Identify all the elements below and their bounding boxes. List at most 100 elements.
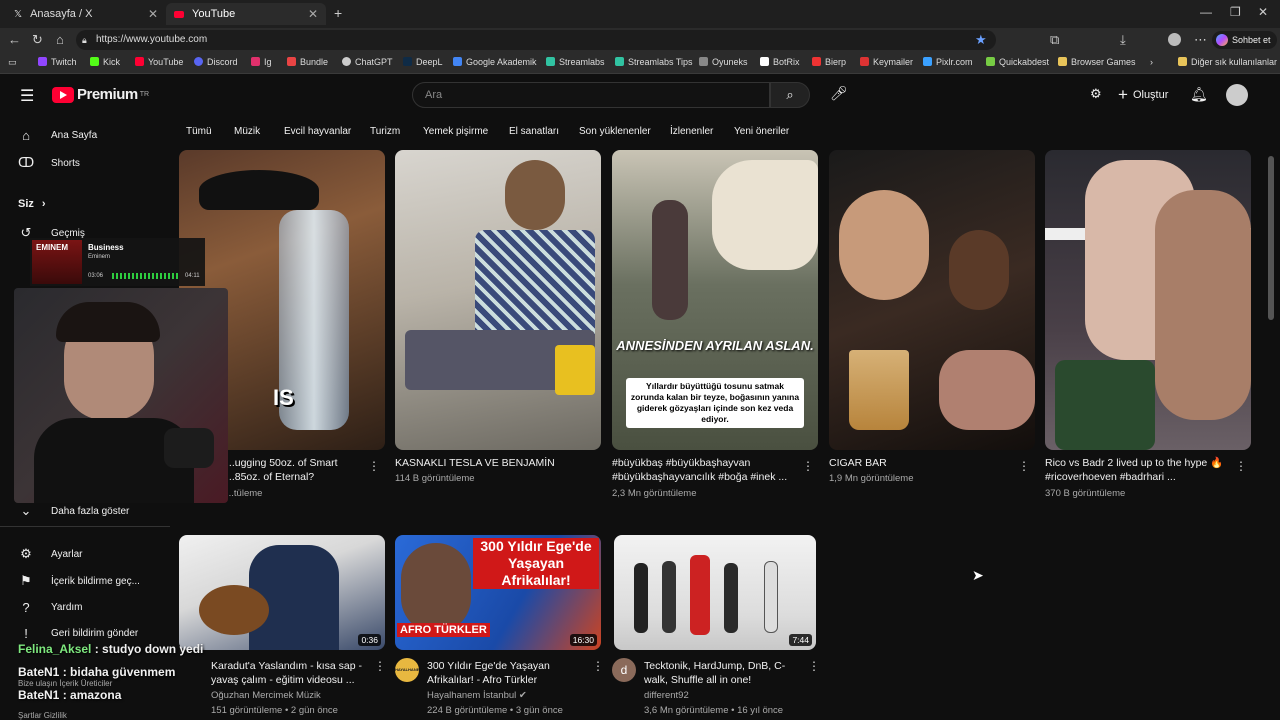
thumbnail-headline: 300 Yıldır Ege'de Yaşayan Afrikalılar! [473, 538, 599, 589]
extensions-icon[interactable]: ⧉ [1050, 32, 1059, 48]
channel-avatar[interactable]: d [612, 658, 636, 682]
star-icon[interactable]: ★ [975, 32, 987, 48]
video-thumbnail[interactable]: 300 Yıldır Ege'de Yaşayan Afrikalılar! A… [395, 535, 601, 650]
video-title[interactable]: Karadut'a Yaslandım - kısa sap - yavaş ça… [211, 659, 371, 687]
video-thumbnail[interactable] [395, 150, 601, 450]
channel-name[interactable]: Hayalhanem İstanbul ✔︎ [427, 690, 527, 701]
sidebar-item-help[interactable]: ? Yardım [18, 600, 82, 615]
microphone-icon[interactable]: 🎤︎ [830, 85, 848, 102]
scrollbar[interactable] [1268, 156, 1274, 320]
bookmark-other-folder[interactable]: Diğer sık kullanılanlar [1178, 57, 1277, 67]
bookmark-botrix[interactable]: BotRix [760, 57, 800, 67]
create-button[interactable]: + Oluştur [1118, 85, 1168, 105]
chip-crafts[interactable]: El sanatları [509, 126, 559, 137]
bookmark-youtube[interactable]: YouTube [135, 57, 183, 67]
minimize-icon[interactable]: — [1200, 5, 1212, 19]
channel-avatar[interactable]: HAYALHANEM [395, 658, 419, 682]
video-title[interactable]: CIGAR BAR [829, 456, 1014, 470]
sidebar-item-feedback[interactable]: ! Geri bildirim gönder [18, 626, 138, 641]
more-icon[interactable]: ⋯ [1194, 32, 1207, 48]
bookmarks-menu-icon[interactable]: ▭ [8, 57, 17, 68]
chip-new-recommendations[interactable]: Yeni öneriler [734, 126, 789, 137]
bookmark-quickabdest[interactable]: Quickabdest [986, 57, 1049, 67]
new-tab-icon[interactable]: + [334, 5, 342, 21]
verified-icon: ✔︎ [518, 690, 527, 701]
tab-youtube[interactable]: YouTube ✕ [166, 3, 326, 25]
bookmark-kick[interactable]: Kick [90, 57, 120, 67]
footer-links[interactable]: Bize ulaşın İçerik Üreticiler [18, 679, 112, 688]
back-icon[interactable]: ← [8, 32, 21, 47]
footer-legal[interactable]: Şartlar Gizlilik [18, 711, 67, 720]
video-title[interactable]: 300 Yıldır Ege'de Yaşayan Afrikalılar! - … [427, 659, 587, 687]
chip-cooking[interactable]: Yemek pişirme [423, 126, 488, 137]
chip-pets[interactable]: Evcil hayvanlar [284, 126, 351, 137]
bookmark-pixlr[interactable]: Pixlr.com [923, 57, 973, 67]
sidebar-item-you[interactable]: Siz › [18, 198, 46, 210]
bookmark-deepl[interactable]: DeepL [403, 57, 443, 67]
channel-name[interactable]: Oğuzhan Mercimek Müzik [211, 690, 321, 701]
bookmark-keymailer[interactable]: Keymailer [860, 57, 913, 67]
video-thumbnail[interactable] [829, 150, 1035, 450]
more-options-icon[interactable]: ⋮ [1018, 459, 1030, 473]
chevron-right-icon[interactable]: › [1150, 57, 1153, 67]
video-thumbnail[interactable]: 0:36 [179, 535, 385, 650]
hamburger-menu-icon[interactable]: ☰ [20, 86, 34, 106]
more-options-icon[interactable]: ⋮ [592, 659, 604, 673]
video-title[interactable]: KASNAKLI TESLA VE BENJAMİN [395, 456, 580, 470]
bookmark-streamlabs[interactable]: Streamlabs [546, 57, 605, 67]
search-button[interactable]: ⌕ [770, 82, 810, 108]
chip-tourism[interactable]: Turizm [370, 126, 400, 137]
video-thumbnail[interactable]: 7:44 [614, 535, 816, 650]
window-close-icon[interactable]: ✕ [1258, 5, 1268, 19]
bookmark-discord[interactable]: Discord [194, 57, 238, 67]
sidebar-item-shorts[interactable]: ↀ Shorts [18, 155, 80, 171]
bookmark-ig[interactable]: Ig [251, 57, 272, 67]
refresh-icon[interactable]: ↻ [32, 32, 43, 48]
copilot-chat-button[interactable]: Sohbet et [1212, 31, 1277, 49]
video-title[interactable]: Tecktonik, HardJump, DnB, C-walk, Shuffl… [644, 659, 804, 687]
home-icon[interactable]: ⌂ [56, 32, 64, 47]
more-options-icon[interactable]: ⋮ [1235, 459, 1247, 473]
bookmark-streamlabs-tips[interactable]: Streamlabs Tips [615, 57, 693, 67]
tab-x[interactable]: 𝕏 Anasayfa / X ✕ [6, 3, 166, 25]
avatar[interactable] [1226, 84, 1248, 106]
more-options-icon[interactable]: ⋮ [368, 459, 380, 473]
dancer-shape [634, 563, 648, 633]
video-title[interactable]: Rico vs Badr 2 lived up to the hype 🔥 #ri… [1045, 456, 1235, 484]
bell-icon[interactable]: 🔔︎ [1190, 86, 1208, 103]
bookmark-oyuneks[interactable]: Oyuneks [699, 57, 748, 67]
close-icon[interactable]: ✕ [148, 7, 158, 21]
profile-icon[interactable] [1168, 33, 1181, 46]
chip-music[interactable]: Müzik [234, 126, 260, 137]
sidebar-item-report[interactable]: ⚑ İçerik bildirme geç... [18, 573, 140, 589]
sidebar-show-more[interactable]: ⌄ Daha fazla göster [18, 503, 130, 519]
video-thumbnail[interactable] [1045, 150, 1251, 450]
download-icon[interactable]: ⤓ [1120, 32, 1126, 48]
chip-all[interactable]: Tümü [186, 126, 212, 137]
close-icon[interactable]: ✕ [308, 7, 318, 21]
video-thumbnail[interactable]: ANNESİNDEN AYRILAN ASLAN. Yıllardır büyü… [612, 150, 818, 450]
sidebar-item-settings[interactable]: ⚙ Ayarlar [18, 546, 82, 562]
audio-visualizer [112, 273, 178, 279]
video-title[interactable]: #büyükbaş #büyükbaşhayvan #büyükbaşhayvan… [612, 456, 797, 484]
bookmark-bierp[interactable]: Bierp [812, 57, 846, 67]
more-options-icon[interactable]: ⋮ [802, 459, 814, 473]
saz-shape [199, 585, 269, 635]
video-title[interactable]: ...ugging 50oz. of Smart ...85oz. of Eter… [226, 456, 366, 484]
sidebar-item-home[interactable]: ⌂ Ana Sayfa [18, 128, 97, 143]
bookmark-twitch[interactable]: Twitch [38, 57, 77, 67]
maximize-icon[interactable]: ❐ [1230, 5, 1241, 19]
url-input[interactable]: 🔒︎ https://www.youtube.com [76, 30, 996, 50]
bookmark-chatgpt[interactable]: ChatGPT [342, 57, 393, 67]
channel-name[interactable]: different92 [644, 690, 689, 701]
bookmark-google-akademik[interactable]: Google Akademik [453, 57, 537, 67]
bookmark-browser-games[interactable]: Browser Games [1058, 57, 1136, 67]
bookmark-bundle[interactable]: Bundle [287, 57, 328, 67]
more-options-icon[interactable]: ⋮ [374, 659, 386, 673]
search-input[interactable]: Ara [412, 82, 770, 108]
chip-recently-uploaded[interactable]: Son yüklenenler [579, 126, 651, 137]
cast-icon[interactable]: ⚙ [1090, 86, 1102, 102]
youtube-logo[interactable]: Premium TR [52, 86, 149, 103]
chip-watched[interactable]: İzlenenler [670, 126, 713, 137]
more-options-icon[interactable]: ⋮ [808, 659, 820, 673]
